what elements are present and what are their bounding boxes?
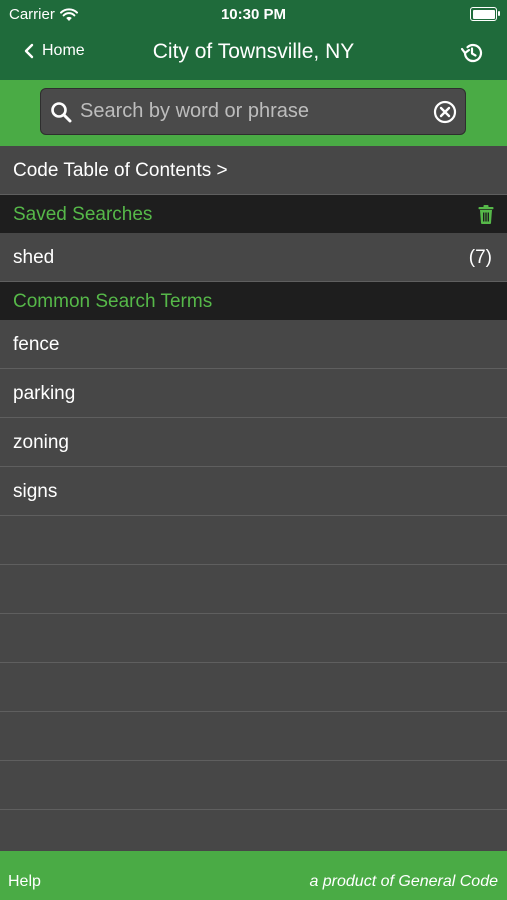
search-term-row[interactable]: signs bbox=[0, 467, 507, 516]
search-icon bbox=[51, 101, 72, 122]
search-term-label: parking bbox=[13, 383, 76, 404]
help-link[interactable]: Help bbox=[8, 873, 41, 891]
search-term-row[interactable]: fence bbox=[0, 320, 507, 369]
battery-icon bbox=[470, 7, 500, 21]
page-title: City of Townsville, NY bbox=[152, 40, 355, 63]
empty-row bbox=[0, 565, 507, 614]
history-icon[interactable] bbox=[459, 40, 485, 66]
code-table-of-contents-row[interactable]: Code Table of Contents > bbox=[0, 146, 507, 195]
common-search-terms-header: Common Search Terms bbox=[0, 282, 507, 320]
saved-searches-title: Saved Searches bbox=[13, 204, 153, 225]
empty-row bbox=[0, 516, 507, 565]
saved-search-count: (7) bbox=[468, 247, 492, 268]
status-time: 10:30 PM bbox=[220, 6, 287, 23]
code-table-of-contents-label: Code Table of Contents > bbox=[13, 160, 228, 181]
empty-row bbox=[0, 712, 507, 761]
search-input[interactable] bbox=[78, 99, 433, 124]
navigation-bar: Home City of Townsville, NY bbox=[0, 28, 507, 80]
footer-bar: Help a product of General Code bbox=[0, 851, 507, 900]
search-bar-container bbox=[0, 80, 507, 146]
footer-credit: a product of General Code bbox=[309, 873, 498, 890]
saved-searches-header: Saved Searches bbox=[0, 195, 507, 233]
search-term-label: zoning bbox=[13, 432, 69, 453]
empty-row bbox=[0, 663, 507, 712]
search-term-label: fence bbox=[13, 334, 60, 355]
status-bar: Carrier 10:30 PM bbox=[0, 0, 507, 28]
search-box bbox=[40, 88, 466, 135]
search-term-row[interactable]: zoning bbox=[0, 418, 507, 467]
clear-circle-icon[interactable] bbox=[433, 100, 457, 124]
empty-row bbox=[0, 761, 507, 810]
search-term-row[interactable]: parking bbox=[0, 369, 507, 418]
empty-row bbox=[0, 614, 507, 663]
search-list: Code Table of Contents > Saved Searches … bbox=[0, 146, 507, 859]
saved-search-label: shed bbox=[13, 247, 55, 268]
saved-search-row[interactable]: shed (7) bbox=[0, 233, 507, 282]
trash-icon[interactable] bbox=[478, 205, 494, 224]
common-search-terms-title: Common Search Terms bbox=[13, 291, 213, 312]
search-term-label: signs bbox=[13, 481, 58, 502]
